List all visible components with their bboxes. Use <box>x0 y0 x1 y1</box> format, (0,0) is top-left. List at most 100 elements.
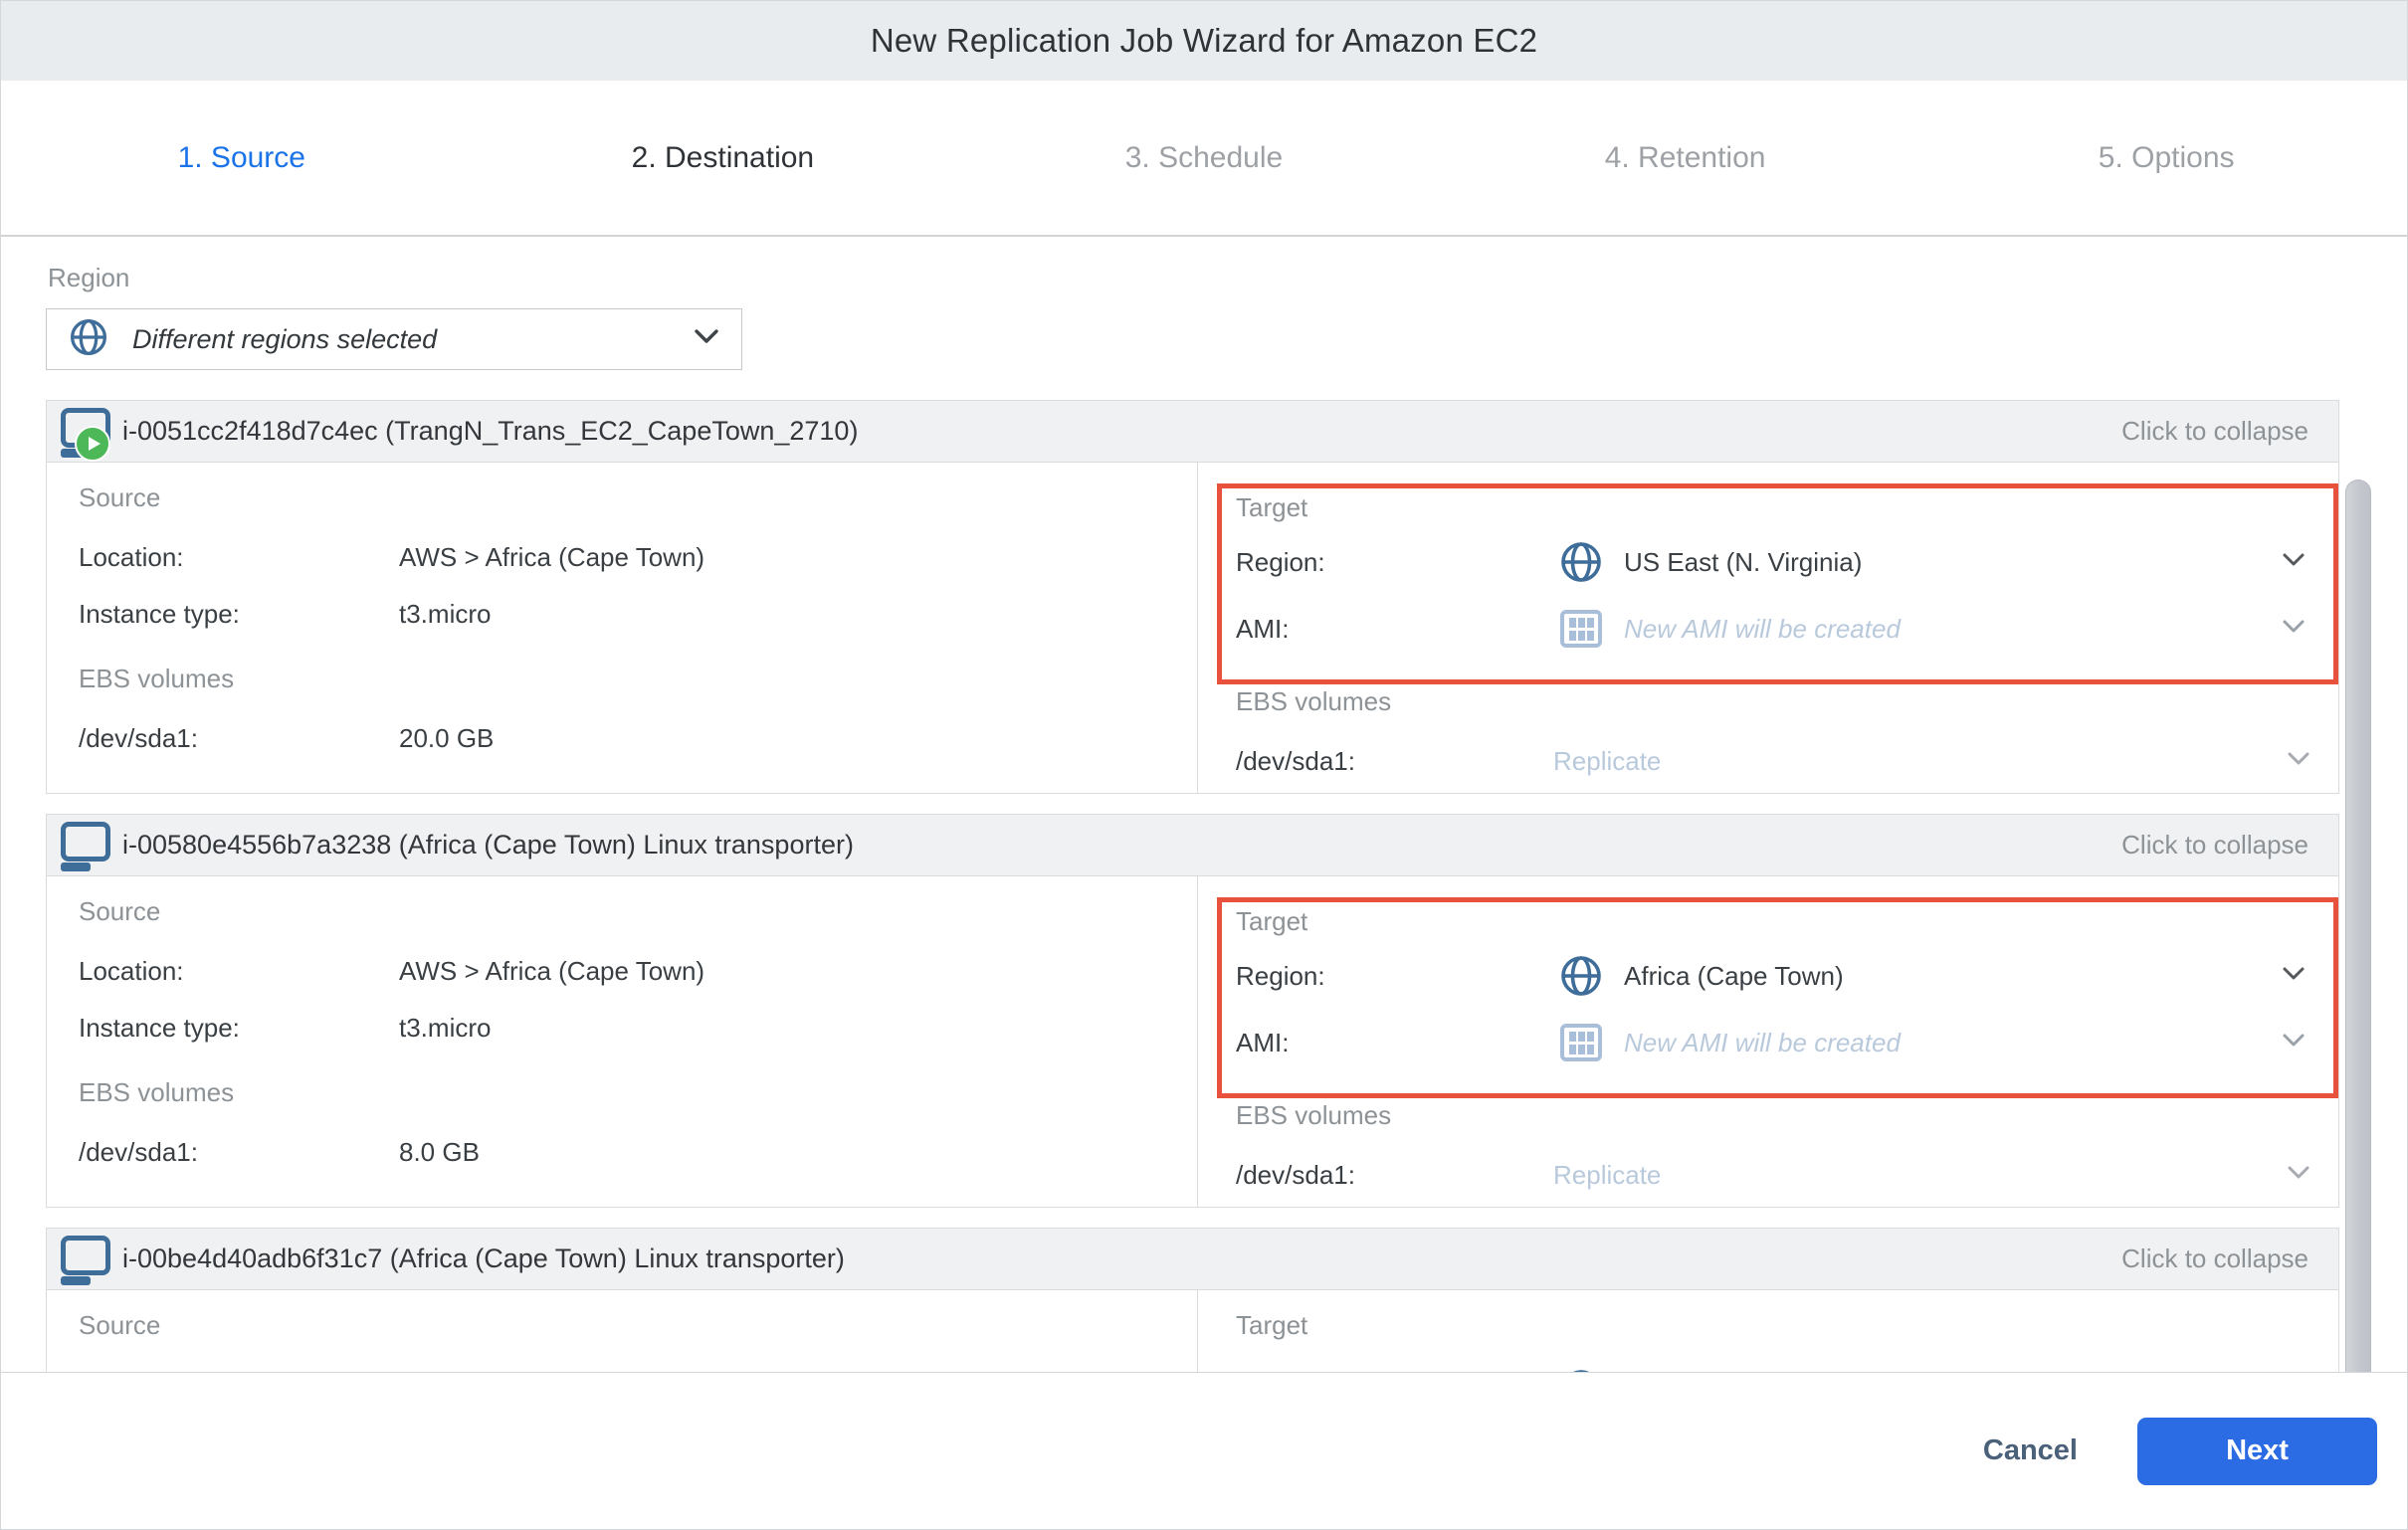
instance-3-body: Source Location: AWS > Africa (Cape Town… <box>47 1290 2338 1382</box>
target-region-row[interactable]: Region: US East (N. Virginia) <box>1236 540 2319 584</box>
chevron-down-icon <box>2282 552 2306 573</box>
device-label: /dev/sda1: <box>1236 746 1553 777</box>
target-column-head: Target <box>1236 490 2319 524</box>
instance-type-value: t3.micro <box>399 599 491 630</box>
chevron-down-icon <box>2282 619 2306 640</box>
target-region-label: Region: <box>1236 547 1559 578</box>
collapse-hint: Click to collapse <box>2121 830 2308 861</box>
location-label: Location: <box>79 956 399 987</box>
instance-1-source-column: Source Location: AWS > Africa (Cape Town… <box>47 463 1198 793</box>
source-column-head: Source <box>79 894 1197 928</box>
instance-type-label: Instance type: <box>79 599 399 630</box>
device-size-value: 20.0 GB <box>399 723 494 754</box>
target-volume-row[interactable]: /dev/sda1: Replicate <box>1198 744 2338 778</box>
ebs-volumes-head: EBS volumes <box>1198 1098 2338 1132</box>
location-row: Location: AWS > Africa (Cape Town) <box>79 954 1197 988</box>
device-label: /dev/sda1: <box>79 723 399 754</box>
source-column-head: Source <box>79 1308 1197 1342</box>
ebs-volumes-head: EBS volumes <box>79 1075 1197 1109</box>
instance-section-3: i-00be4d40adb6f31c7 (Africa (Cape Town) … <box>46 1228 2339 1383</box>
play-badge-icon <box>75 426 110 462</box>
target-ami-value: New AMI will be created <box>1624 1028 1901 1058</box>
location-value: AWS > Africa (Cape Town) <box>399 542 704 573</box>
instance-type-row: Instance type: t3.micro <box>79 1011 1197 1045</box>
instance-2-header[interactable]: i-00580e4556b7a3238 (Africa (Cape Town) … <box>47 815 2338 876</box>
wizard-content: Region Different regions selected <box>1 237 2407 1372</box>
instance-2-title: i-00580e4556b7a3238 (Africa (Cape Town) … <box>122 830 854 861</box>
instance-section-2: i-00580e4556b7a3238 (Africa (Cape Town) … <box>46 814 2339 1208</box>
cancel-button[interactable]: Cancel <box>1977 1434 2084 1468</box>
source-column-head: Source <box>79 480 1197 514</box>
instance-2-target-column: Target Region: Africa (Cape Town) <box>1198 876 2338 1207</box>
target-region-label: Region: <box>1236 961 1559 992</box>
target-column-head: Target <box>1236 904 2319 938</box>
target-column-head: Target <box>1198 1290 2338 1342</box>
location-row: Location: AWS > Africa (Cape Town) <box>79 540 1197 574</box>
tab-retention[interactable]: 4. Retention <box>1445 81 1926 235</box>
page-title: New Replication Job Wizard for Amazon EC… <box>871 22 1537 60</box>
wizard-steps: 1. Source 2. Destination 3. Schedule 4. … <box>1 81 2407 237</box>
title-bar: New Replication Job Wizard for Amazon EC… <box>1 1 2407 81</box>
instance-1-title: i-0051cc2f418d7c4ec (TrangN_Trans_EC2_Ca… <box>122 416 858 447</box>
instance-type-value: t3.micro <box>399 1013 491 1044</box>
instance-3-title: i-00be4d40adb6f31c7 (Africa (Cape Town) … <box>122 1243 845 1274</box>
chevron-down-icon <box>2282 1033 2306 1053</box>
tab-schedule[interactable]: 3. Schedule <box>963 81 1445 235</box>
ebs-volumes-head: EBS volumes <box>79 662 1197 695</box>
location-label: Location: <box>79 542 399 573</box>
tab-options[interactable]: 5. Options <box>1925 81 2407 235</box>
target-ami-value: New AMI will be created <box>1624 614 1901 645</box>
instance-1-header[interactable]: i-0051cc2f418d7c4ec (TrangN_Trans_EC2_Ca… <box>47 401 2338 463</box>
chevron-down-icon <box>2287 751 2310 772</box>
chevron-down-icon <box>2282 966 2306 987</box>
globe-icon <box>1559 540 1603 584</box>
target-ami-row[interactable]: AMI: New AMI will be created <box>1236 1021 2319 1064</box>
instance-running-icon <box>59 406 112 458</box>
globe-icon <box>69 317 108 362</box>
volume-row: /dev/sda1: 8.0 GB <box>79 1135 1197 1169</box>
region-selector-value: Different regions selected <box>132 324 437 355</box>
instance-icon <box>59 1234 112 1285</box>
ami-grid-icon <box>1559 607 1603 651</box>
instance-type-label: Instance type: <box>79 1013 399 1044</box>
collapse-hint: Click to collapse <box>2121 1243 2308 1274</box>
chevron-down-icon <box>694 328 719 350</box>
device-size-value: 8.0 GB <box>399 1137 480 1168</box>
instance-2-body: Source Location: AWS > Africa (Cape Town… <box>47 876 2338 1207</box>
tab-source[interactable]: 1. Source <box>1 81 483 235</box>
device-action-value: Replicate <box>1553 1160 1661 1191</box>
instance-3-header[interactable]: i-00be4d40adb6f31c7 (Africa (Cape Town) … <box>47 1229 2338 1290</box>
globe-icon <box>1559 954 1603 998</box>
target-ami-label: AMI: <box>1236 614 1559 645</box>
device-label: /dev/sda1: <box>79 1137 399 1168</box>
collapse-hint: Click to collapse <box>2121 416 2308 447</box>
tab-destination[interactable]: 2. Destination <box>483 81 964 235</box>
target-highlight-box: Target Region: Africa (Cape Town) <box>1217 897 2338 1098</box>
ebs-volumes-head: EBS volumes <box>1198 684 2338 718</box>
next-button[interactable]: Next <box>2137 1418 2377 1485</box>
target-region-value: Africa (Cape Town) <box>1624 961 1844 992</box>
region-selector-label: Region <box>48 261 2407 294</box>
instance-3-source-column: Source Location: AWS > Africa (Cape Town… <box>47 1290 1198 1382</box>
replication-wizard-dialog: New Replication Job Wizard for Amazon EC… <box>0 0 2408 1530</box>
instance-2-source-column: Source Location: AWS > Africa (Cape Town… <box>47 876 1198 1207</box>
instance-type-row: Instance type: t3.micro <box>79 597 1197 631</box>
target-ami-label: AMI: <box>1236 1028 1559 1058</box>
target-volume-row[interactable]: /dev/sda1: Replicate <box>1198 1158 2338 1192</box>
location-value: AWS > Africa (Cape Town) <box>399 956 704 987</box>
instance-section-1: i-0051cc2f418d7c4ec (TrangN_Trans_EC2_Ca… <box>46 400 2339 794</box>
target-ami-row[interactable]: AMI: New AMI will be created <box>1236 607 2319 651</box>
wizard-footer: Cancel Next <box>1 1372 2407 1529</box>
instance-1-body: Source Location: AWS > Africa (Cape Town… <box>47 463 2338 793</box>
instance-3-target-column: Target <box>1198 1290 2338 1382</box>
device-label: /dev/sda1: <box>1236 1160 1553 1191</box>
device-action-value: Replicate <box>1553 746 1661 777</box>
target-region-value: US East (N. Virginia) <box>1624 547 1862 578</box>
region-selector-dropdown[interactable]: Different regions selected <box>46 308 742 370</box>
target-region-row[interactable]: Region: Africa (Cape Town) <box>1236 954 2319 998</box>
volume-row: /dev/sda1: 20.0 GB <box>79 721 1197 755</box>
chevron-down-icon <box>2287 1165 2310 1186</box>
instance-icon <box>59 820 112 871</box>
ami-grid-icon <box>1559 1021 1603 1064</box>
target-highlight-box: Target Region: US East (N. Virginia) <box>1217 483 2338 684</box>
